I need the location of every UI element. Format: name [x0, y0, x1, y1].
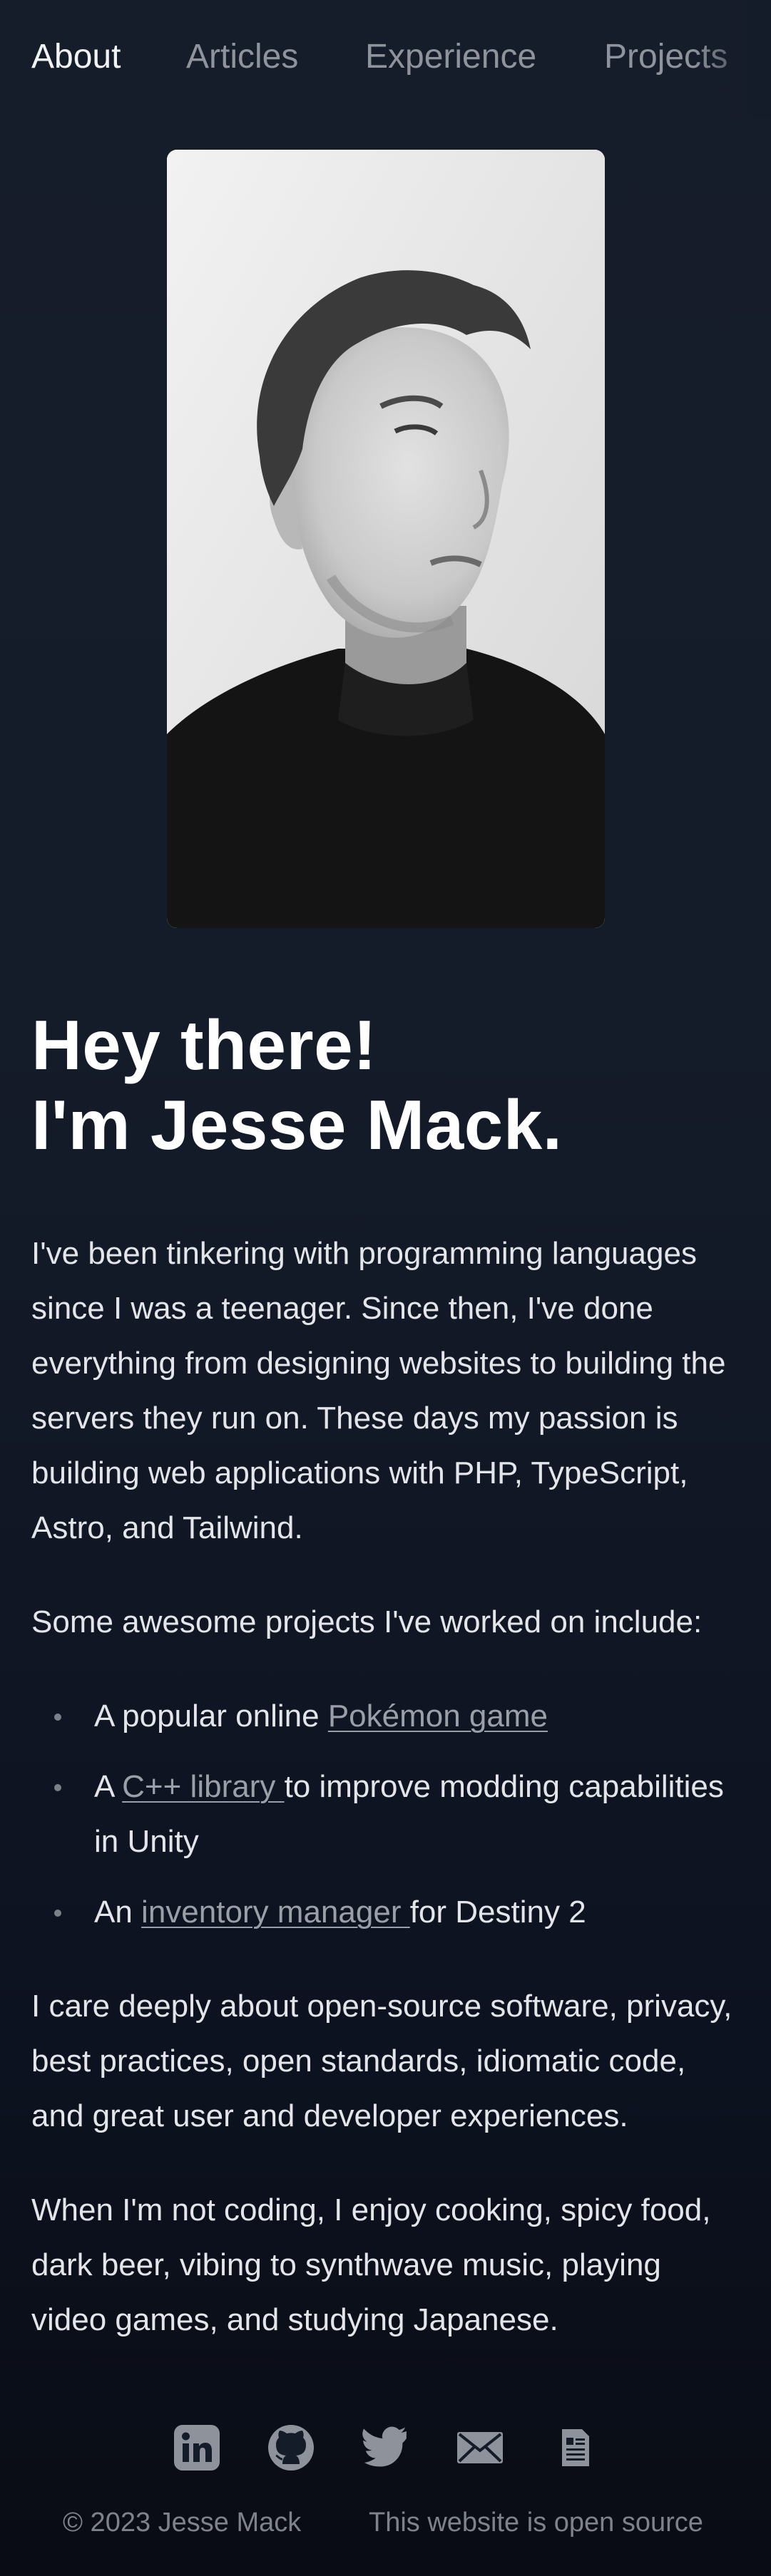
- email-icon[interactable]: [456, 2423, 504, 2472]
- hero-name: I'm Jesse Mack.: [31, 1086, 563, 1164]
- main-nav: About Articles Experience Projects: [0, 0, 771, 118]
- about-content: I've been tinkering with programming lan…: [31, 1226, 745, 2386]
- intro-paragraph: I've been tinkering with programming lan…: [31, 1236, 726, 1545]
- cpp-library-link[interactable]: C++ library: [122, 1769, 284, 1804]
- profile-photo: [167, 150, 605, 928]
- resume-icon[interactable]: [551, 2423, 599, 2472]
- copyright-text: © 2023 Jesse Mack: [63, 2508, 302, 2538]
- open-source-link[interactable]: This website is open source: [369, 2508, 703, 2538]
- nav-projects[interactable]: Projects: [604, 37, 727, 76]
- github-icon[interactable]: [267, 2423, 315, 2472]
- nav-experience[interactable]: Experience: [365, 37, 536, 76]
- values-paragraph: I care deeply about open-source software…: [31, 1989, 732, 2133]
- projects-lead: Some awesome projects I've worked on inc…: [31, 1604, 703, 1639]
- linkedin-icon[interactable]: [173, 2423, 221, 2472]
- project-text: An: [94, 1895, 142, 1930]
- hero-greeting: Hey there!: [31, 1006, 377, 1084]
- list-item: A popular online Pokémon game: [54, 1689, 745, 1743]
- nav-about[interactable]: About: [31, 37, 121, 76]
- hero-heading: Hey there! I'm Jesse Mack.: [31, 1005, 563, 1165]
- project-text: A popular online: [94, 1699, 328, 1733]
- twitter-icon[interactable]: [362, 2423, 410, 2472]
- social-links: [0, 2423, 771, 2473]
- hobbies-paragraph: When I'm not coding, I enjoy cooking, sp…: [31, 2193, 711, 2337]
- pokemon-game-link[interactable]: Pokémon game: [328, 1699, 548, 1733]
- project-text: A: [94, 1769, 123, 1804]
- list-item: An inventory manager for Destiny 2: [54, 1885, 745, 1939]
- nav-articles[interactable]: Articles: [186, 37, 298, 76]
- inventory-manager-link[interactable]: inventory manager: [141, 1895, 410, 1930]
- projects-list: A popular online Pokémon game A C++ libr…: [31, 1689, 745, 1939]
- project-text: for Destiny 2: [409, 1895, 586, 1930]
- list-item: A C++ library to improve modding capabil…: [54, 1759, 745, 1869]
